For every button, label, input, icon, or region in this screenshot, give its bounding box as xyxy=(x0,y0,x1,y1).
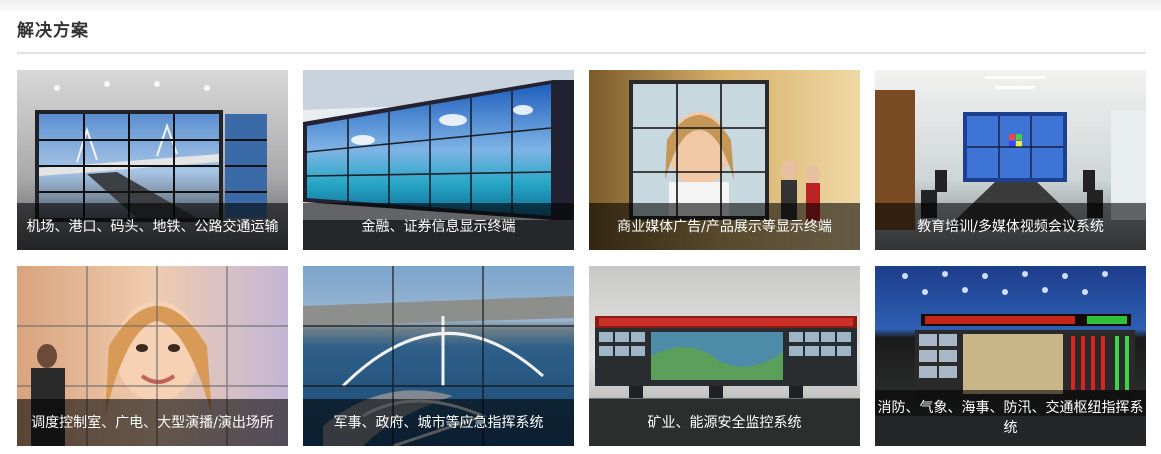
solution-card-education[interactable]: 教育培训/多媒体视频会议系统 xyxy=(875,70,1146,250)
solution-caption: 矿业、能源安全监控系统 xyxy=(589,399,860,446)
solution-card-finance[interactable]: 金融、证券信息显示终端 xyxy=(303,70,574,250)
section-title: 解决方案 xyxy=(17,21,89,41)
solution-caption: 教育培训/多媒体视频会议系统 xyxy=(875,203,1146,250)
solution-card-mining-energy[interactable]: 矿业、能源安全监控系统 xyxy=(589,266,860,446)
solution-caption: 消防、气象、海事、防汛、交通枢纽指挥系统 xyxy=(875,390,1146,446)
solution-caption: 机场、港口、码头、地铁、公路交通运输 xyxy=(17,203,288,250)
solution-caption: 军事、政府、城市等应急指挥系统 xyxy=(303,399,574,446)
solutions-grid: 机场、港口、码头、地铁、公路交通运输 金融、证券信息显示终端 商业媒体广告/产品… xyxy=(17,70,1147,446)
solution-card-fire-weather-command[interactable]: 消防、气象、海事、防汛、交通枢纽指挥系统 xyxy=(875,266,1146,446)
section-divider xyxy=(17,52,1146,54)
solution-caption: 调度控制室、广电、大型演播/演出场所 xyxy=(17,399,288,446)
solution-card-commercial-media[interactable]: 商业媒体广告/产品展示等显示终端 xyxy=(589,70,860,250)
solution-card-dispatch-broadcast[interactable]: 调度控制室、广电、大型演播/演出场所 xyxy=(17,266,288,446)
solution-card-emergency-command[interactable]: 军事、政府、城市等应急指挥系统 xyxy=(303,266,574,446)
solution-caption: 金融、证券信息显示终端 xyxy=(303,203,574,250)
solution-card-transport[interactable]: 机场、港口、码头、地铁、公路交通运输 xyxy=(17,70,288,250)
solution-caption: 商业媒体广告/产品展示等显示终端 xyxy=(589,203,860,250)
top-shadow-band xyxy=(0,0,1161,14)
